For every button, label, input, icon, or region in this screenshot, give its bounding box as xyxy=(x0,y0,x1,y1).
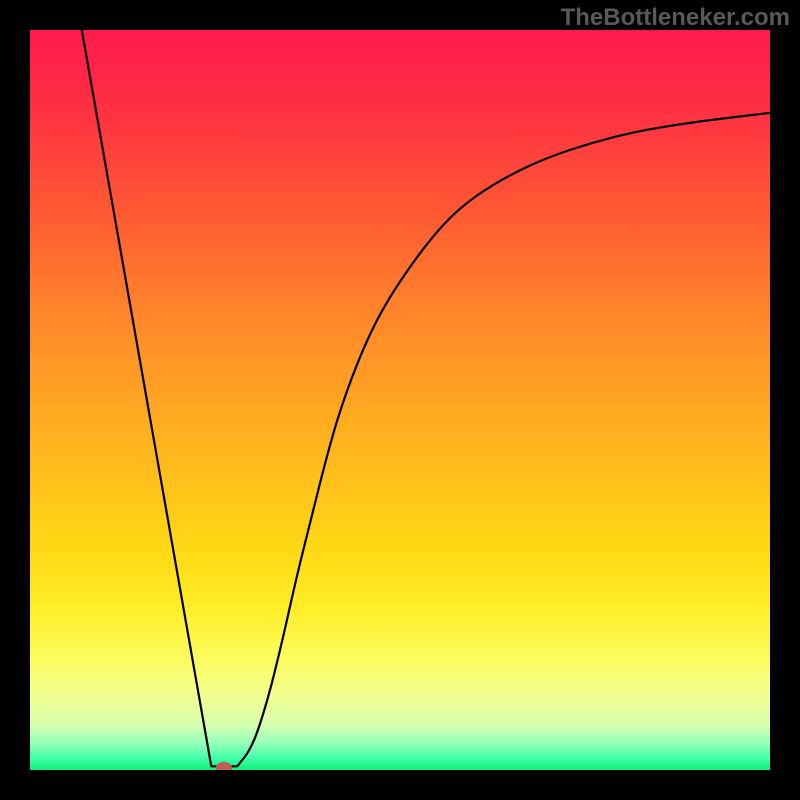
plot-area xyxy=(30,30,770,770)
chart-frame: TheBottleneker.com xyxy=(0,0,800,800)
marker-dot xyxy=(216,762,232,770)
attribution-text: TheBottleneker.com xyxy=(561,4,790,32)
line-layer xyxy=(30,30,770,770)
bottleneck-curve xyxy=(82,30,770,766)
